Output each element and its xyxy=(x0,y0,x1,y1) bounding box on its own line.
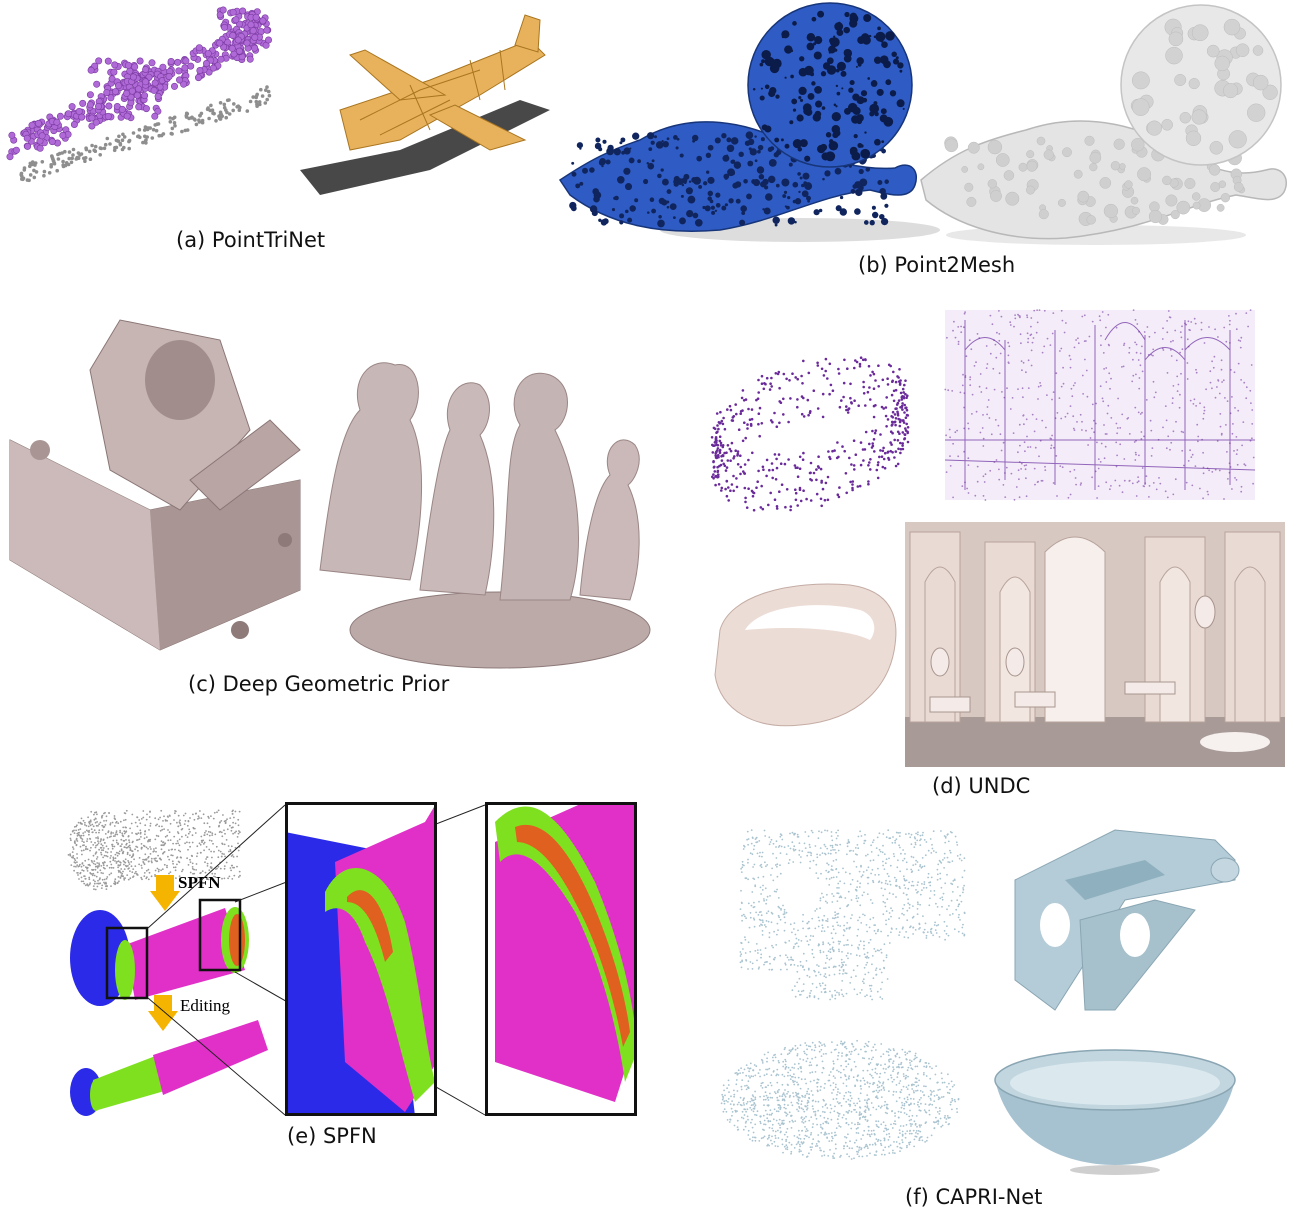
pointtrinet-mesh-image xyxy=(300,14,550,195)
spfn-zoom-panel-1 xyxy=(285,802,437,1116)
caption-point2mesh: (b) Point2Mesh xyxy=(858,253,1016,277)
panel-capri-net: (f) CAPRI-Net xyxy=(700,820,1296,1218)
dgp-mechanical-part-image xyxy=(9,319,301,651)
capri-bowl-points-image xyxy=(720,1039,960,1160)
dgp-statue-image xyxy=(319,362,651,669)
capri-bowl-mesh-image xyxy=(994,1049,1236,1175)
point2mesh-gray-mesh-image xyxy=(920,4,1287,245)
pointtrinet-points-image xyxy=(6,6,272,183)
caption-capri-net: (f) CAPRI-Net xyxy=(905,1185,1043,1209)
panel-undc: (d) UNDC xyxy=(690,300,1296,800)
undc-ring-points-image xyxy=(710,356,910,512)
caption-undc: (d) UNDC xyxy=(932,774,1031,798)
undc-room-mesh-image xyxy=(905,522,1285,767)
panel-spfn: SPFN Editing (e) SPFN xyxy=(0,780,690,1160)
panel-pointtrinet: (a) PointTriNet xyxy=(0,0,560,260)
panel-deep-geometric-prior: (c) Deep Geometric Prior xyxy=(0,300,690,710)
undc-room-points-image xyxy=(944,309,1256,501)
capri-clevis-mesh-image xyxy=(1014,829,1240,1011)
caption-dgp: (c) Deep Geometric Prior xyxy=(188,672,450,696)
caption-pointtrinet: (a) PointTriNet xyxy=(176,228,326,252)
capri-clevis-points-image xyxy=(739,829,966,1001)
point2mesh-blue-mesh-image xyxy=(558,2,940,242)
spfn-zoom-panel-2 xyxy=(485,802,637,1116)
undc-ring-mesh-image xyxy=(714,583,897,727)
panel-point2mesh: (b) Point2Mesh xyxy=(550,0,1296,290)
caption-spfn: (e) SPFN xyxy=(287,1124,377,1148)
